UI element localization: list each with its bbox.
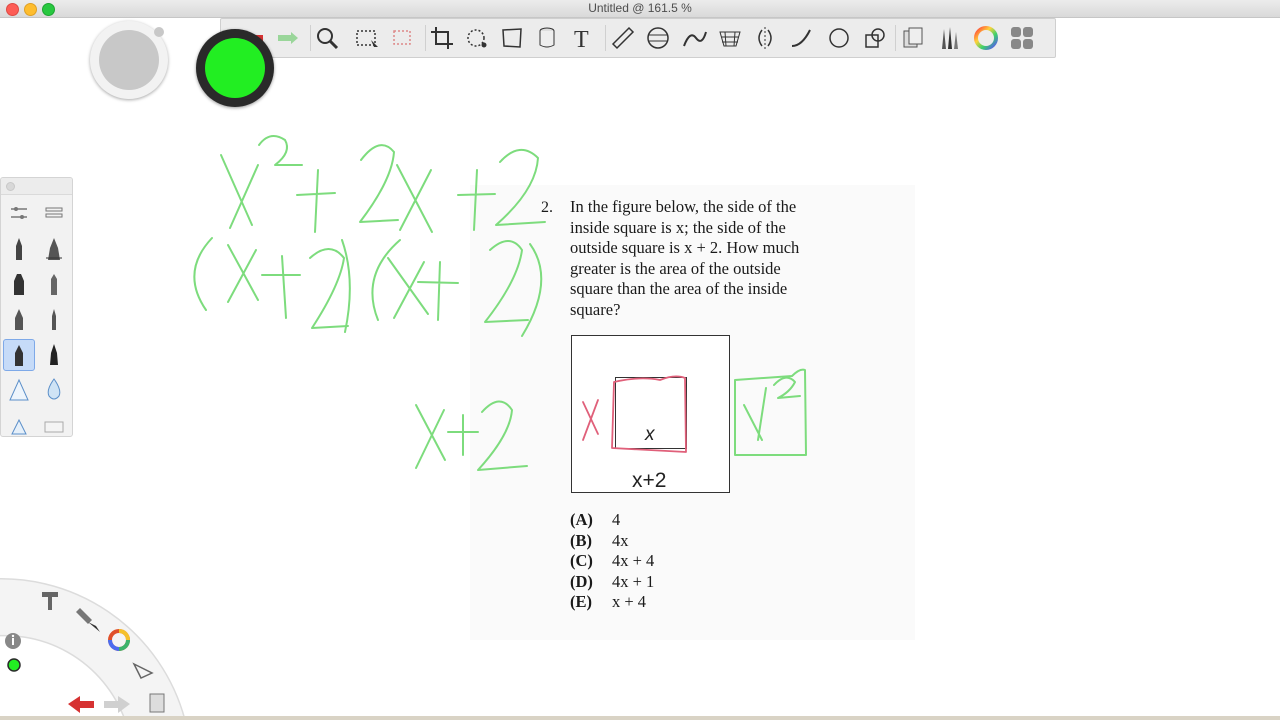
- answer-value: 4x + 4: [612, 551, 655, 570]
- outer-square-label: x+2: [632, 469, 667, 492]
- circle-icon[interactable]: [823, 22, 855, 54]
- question-line: outside square is x + 2. How much: [570, 238, 800, 257]
- brush-opacity-dot[interactable]: [154, 27, 164, 37]
- felt-tip-brush-icon[interactable]: [39, 269, 69, 299]
- crop-icon[interactable]: [426, 22, 458, 54]
- radial-menu: [0, 578, 186, 720]
- window-title: Untitled @ 161.5 %: [588, 1, 692, 15]
- layers-icon[interactable]: [898, 22, 930, 54]
- window-titlebar: Untitled @ 161.5 %: [0, 0, 1280, 18]
- brush-size-puck[interactable]: [90, 21, 168, 99]
- cylinder-icon[interactable]: [531, 22, 563, 54]
- answer-value: x + 4: [612, 592, 647, 611]
- shapes-icon[interactable]: [859, 22, 891, 54]
- selected-brush-icon[interactable]: [3, 339, 35, 371]
- question-line: square than the area of the inside: [570, 279, 788, 298]
- perspective-icon[interactable]: [714, 22, 746, 54]
- distort-icon[interactable]: [496, 22, 528, 54]
- color-wheel-icon[interactable]: [970, 22, 1002, 54]
- answer-letter: (C): [570, 551, 593, 570]
- eraser-brush-icon[interactable]: [39, 408, 69, 436]
- smudge-brush-icon[interactable]: [39, 374, 69, 404]
- symmetry-icon[interactable]: [749, 22, 781, 54]
- answer-letter: (A): [570, 510, 593, 529]
- transform-icon[interactable]: [461, 22, 493, 54]
- answer-value: 4: [612, 510, 621, 529]
- french-curve-icon[interactable]: [678, 22, 710, 54]
- question-line: In the figure below, the side of the: [570, 197, 797, 216]
- ink-pen-brush-icon[interactable]: [39, 234, 69, 264]
- undo-icon[interactable]: [68, 696, 94, 713]
- inner-square-label: x: [645, 424, 655, 445]
- free-select-icon[interactable]: [387, 22, 419, 54]
- calligraphy-brush-icon[interactable]: [39, 339, 69, 369]
- answer-value: 4x: [612, 530, 629, 550]
- blender-brush-icon[interactable]: [4, 374, 34, 404]
- current-color-swatch: [205, 38, 265, 98]
- color-puck[interactable]: [196, 29, 274, 107]
- airbrush-icon[interactable]: [4, 304, 34, 334]
- texture-brush-icon[interactable]: [4, 408, 34, 436]
- answer-letter: (E): [570, 592, 592, 611]
- question-line: square?: [570, 299, 621, 319]
- layers-icon[interactable]: [149, 693, 165, 713]
- answer-letter: (D): [570, 571, 593, 591]
- marker-brush-icon[interactable]: [4, 269, 34, 299]
- question-line: greater is the area of the outside: [570, 258, 781, 278]
- rect-select-icon[interactable]: [351, 22, 383, 54]
- answer-letter: (B): [570, 530, 592, 550]
- dock-strip: [0, 716, 1280, 720]
- palette-close-button[interactable]: [6, 182, 15, 191]
- question-number: 2.: [541, 199, 553, 216]
- main-toolbar: T: [220, 18, 1056, 58]
- question-line: inside square is x; the side of the: [570, 217, 786, 237]
- answer-value: 4x + 1: [612, 571, 655, 591]
- brush-size-preview: [99, 30, 159, 90]
- text-icon[interactable]: T: [568, 22, 600, 54]
- paintbrush-icon[interactable]: [39, 304, 69, 334]
- pencil-brush-icon[interactable]: [4, 234, 34, 264]
- brush-settings-icon[interactable]: [4, 198, 34, 228]
- redo-icon[interactable]: [272, 22, 304, 54]
- ellipse-guide-icon[interactable]: [642, 22, 674, 54]
- grid-menu-icon[interactable]: [1006, 22, 1038, 54]
- brush-list-icon[interactable]: [39, 198, 69, 228]
- zoom-icon[interactable]: [311, 22, 343, 54]
- svg-text:T: T: [574, 27, 589, 52]
- ruler-icon[interactable]: [607, 22, 639, 54]
- green-color-dot-icon[interactable]: [7, 658, 21, 672]
- brush-palette: [0, 177, 73, 437]
- question-text: In the figure below, the side of the ins…: [570, 197, 870, 320]
- stroke-icon[interactable]: [786, 22, 818, 54]
- info-icon[interactable]: [5, 633, 21, 649]
- brush-library-icon[interactable]: [933, 22, 965, 54]
